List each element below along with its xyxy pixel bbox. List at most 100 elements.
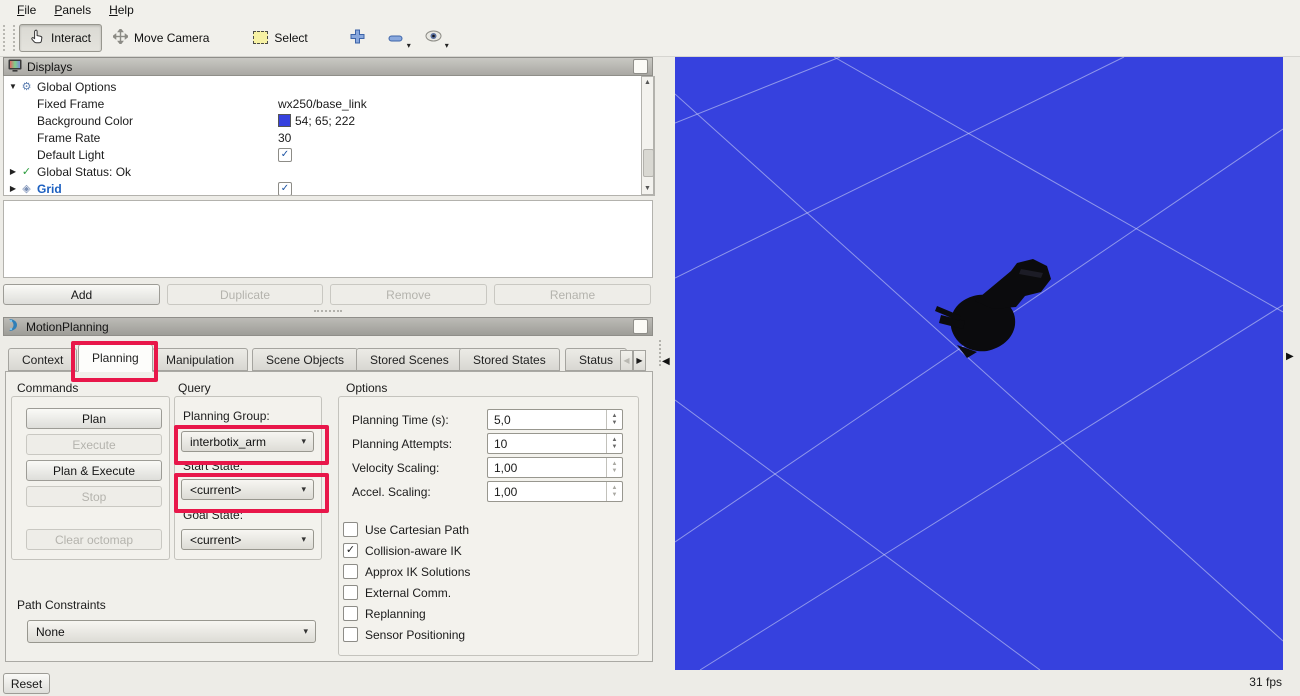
rename-display-button[interactable]: Rename xyxy=(494,284,651,305)
accel-scaling-spinbox[interactable]: 1,00 ▲▼ xyxy=(487,481,623,502)
stop-button[interactable]: Stop xyxy=(26,486,162,507)
tab-manipulation[interactable]: Manipulation xyxy=(152,348,248,371)
frame-rate-value[interactable]: 30 xyxy=(278,131,291,145)
spin-up-icon[interactable]: ▲ xyxy=(612,485,618,492)
plan-and-execute-button[interactable]: Plan & Execute xyxy=(26,460,162,481)
sensor-positioning-checkbox[interactable] xyxy=(343,627,358,642)
start-state-combo[interactable]: <current> ▾ xyxy=(181,479,314,500)
tab-label: Stored States xyxy=(473,353,546,367)
motionplanning-close-button[interactable] xyxy=(633,319,648,334)
menu-file[interactable]: File xyxy=(8,2,45,18)
tree-row-global-options[interactable]: ▼ ⚙ Global Options xyxy=(4,78,640,95)
panel-splitter-handle[interactable] xyxy=(314,310,342,316)
remove-display-button[interactable]: Remove xyxy=(330,284,487,305)
add-display-button[interactable]: Add xyxy=(3,284,160,305)
spin-down-icon[interactable]: ▼ xyxy=(612,468,618,475)
external-comm-checkbox[interactable] xyxy=(343,585,358,600)
displays-close-button[interactable] xyxy=(633,59,648,74)
add-tool-button[interactable] xyxy=(345,25,371,51)
duplicate-display-button[interactable]: Duplicate xyxy=(167,284,323,305)
motionplanning-panel-header[interactable]: MotionPlanning xyxy=(3,317,653,336)
menu-panels[interactable]: Panels xyxy=(45,2,100,18)
plan-button[interactable]: Plan xyxy=(26,408,162,429)
visibility-tool-button[interactable]: ▾ xyxy=(421,25,447,51)
collapse-right-arrow[interactable]: ▶ xyxy=(1286,351,1294,362)
approx-ik-solutions-option[interactable]: Approx IK Solutions xyxy=(343,564,470,579)
combo-arrow-icon: ▾ xyxy=(301,484,306,495)
clear-octomap-button[interactable]: Clear octomap xyxy=(26,529,162,550)
select-tool-button[interactable]: Select xyxy=(242,24,318,52)
collision-aware-ik-checkbox[interactable]: ✓ xyxy=(343,543,358,558)
scrollbar-down-icon[interactable]: ▼ xyxy=(642,185,653,192)
fixed-frame-value[interactable]: wx250/base_link xyxy=(278,97,367,111)
tab-stored-scenes[interactable]: Stored Scenes xyxy=(356,348,463,371)
remove-tool-button[interactable]: ▾ xyxy=(383,25,409,51)
spin-down-icon[interactable]: ▼ xyxy=(612,444,618,451)
scrollbar-thumb[interactable] xyxy=(643,149,654,177)
use-cartesian-path-checkbox[interactable] xyxy=(343,522,358,537)
planning-time-spinbox[interactable]: 5,0 ▲▼ xyxy=(487,409,623,430)
tab-stored-states[interactable]: Stored States xyxy=(459,348,560,371)
move-camera-label: Move Camera xyxy=(134,31,209,45)
3d-viewport[interactable] xyxy=(675,57,1283,670)
planning-group-value: interbotix_arm xyxy=(190,435,266,449)
goal-state-combo[interactable]: <current> ▾ xyxy=(181,529,314,550)
tab-label: Planning xyxy=(92,351,139,365)
tab-scroll-right-button[interactable]: ▶ xyxy=(633,350,646,371)
reset-button[interactable]: Reset xyxy=(3,673,50,694)
tab-context[interactable]: Context xyxy=(8,348,77,371)
toolbar: Interact Move Camera Select ▾ ▾ xyxy=(0,19,1300,57)
combo-arrow-icon: ▾ xyxy=(301,534,306,545)
background-color-value[interactable]: 54; 65; 222 xyxy=(278,114,355,128)
expand-closed-icon[interactable]: ▶ xyxy=(7,167,19,176)
dropdown-caret-icon: ▾ xyxy=(407,42,411,50)
tree-row-fixed-frame[interactable]: Fixed Frame wx250/base_link xyxy=(4,95,640,112)
spin-up-icon[interactable]: ▲ xyxy=(612,437,618,444)
tree-row-global-status[interactable]: ▶ ✓ Global Status: Ok xyxy=(4,163,640,180)
menu-help[interactable]: Help xyxy=(100,2,143,18)
velocity-scaling-spinbox[interactable]: 1,00 ▲▼ xyxy=(487,457,623,478)
goal-state-value: <current> xyxy=(190,533,241,547)
execute-button[interactable]: Execute xyxy=(26,434,162,455)
select-label: Select xyxy=(274,31,307,45)
planning-group-combo[interactable]: interbotix_arm ▾ xyxy=(181,431,314,452)
commands-group-label: Commands xyxy=(17,381,78,395)
tree-row-default-light[interactable]: Default Light ✓ xyxy=(4,146,640,163)
tab-scroll-left-button[interactable]: ◀ xyxy=(620,350,633,371)
displays-panel-header[interactable]: Displays xyxy=(3,57,653,76)
grid-checkbox[interactable]: ✓ xyxy=(278,182,292,196)
tree-row-frame-rate[interactable]: Frame Rate 30 xyxy=(4,129,640,146)
replanning-option[interactable]: Replanning xyxy=(343,606,426,621)
move-camera-tool-button[interactable]: Move Camera xyxy=(102,24,220,52)
default-light-checkbox[interactable]: ✓ xyxy=(278,148,292,162)
tree-row-background-color[interactable]: Background Color 54; 65; 222 xyxy=(4,112,640,129)
tree-row-grid[interactable]: ▶ ◈ Grid ✓ xyxy=(4,180,640,196)
expand-closed-icon[interactable]: ▶ xyxy=(7,184,19,193)
scrollbar-up-icon[interactable]: ▲ xyxy=(642,79,653,86)
spin-up-icon[interactable]: ▲ xyxy=(612,461,618,468)
external-comm-option[interactable]: External Comm. xyxy=(343,585,451,600)
approx-ik-solutions-checkbox[interactable] xyxy=(343,564,358,579)
collision-aware-ik-option[interactable]: ✓ Collision-aware IK xyxy=(343,543,462,558)
use-cartesian-path-option[interactable]: Use Cartesian Path xyxy=(343,522,469,537)
scroll-left-icon: ◀ xyxy=(623,356,629,365)
moveit-logo-icon xyxy=(8,318,21,335)
collapse-left-arrow[interactable]: ◀ xyxy=(662,356,670,367)
color-swatch xyxy=(278,114,291,127)
tab-status[interactable]: Status xyxy=(565,348,627,371)
spin-up-icon[interactable]: ▲ xyxy=(612,413,618,420)
displays-scrollbar[interactable]: ▲ ▼ xyxy=(641,76,654,195)
planning-attempts-spinbox[interactable]: 10 ▲▼ xyxy=(487,433,623,454)
replanning-checkbox[interactable] xyxy=(343,606,358,621)
tab-scene-objects[interactable]: Scene Objects xyxy=(252,348,358,371)
interact-tool-button[interactable]: Interact xyxy=(19,24,102,52)
path-constraints-combo[interactable]: None ▾ xyxy=(27,620,316,643)
expand-open-icon[interactable]: ▼ xyxy=(7,82,19,91)
tab-planning[interactable]: Planning xyxy=(78,344,153,372)
sensor-positioning-option[interactable]: Sensor Positioning xyxy=(343,627,465,642)
eye-icon xyxy=(425,30,442,45)
toolbar-drag-handle[interactable] xyxy=(3,25,15,51)
option-label: Replanning xyxy=(365,607,426,621)
spin-down-icon[interactable]: ▼ xyxy=(612,492,618,499)
spin-down-icon[interactable]: ▼ xyxy=(612,420,618,427)
